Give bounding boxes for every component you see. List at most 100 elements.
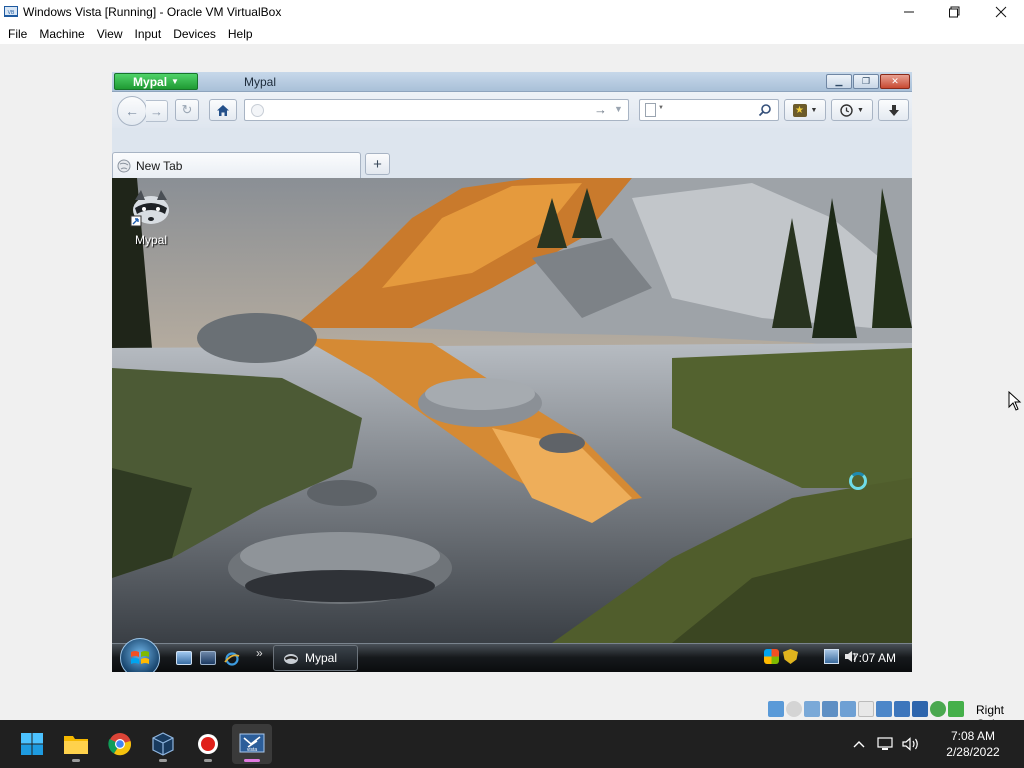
raccoon-icon bbox=[284, 654, 298, 664]
mouse-pointer-icon bbox=[1008, 391, 1022, 411]
hard-disk-icon[interactable] bbox=[768, 701, 784, 717]
dropdown-arrow-icon[interactable]: ▼ bbox=[614, 104, 623, 114]
optical-drive-icon[interactable] bbox=[786, 701, 802, 717]
vbox-menubar: File Machine View Input Devices Help bbox=[0, 23, 1024, 44]
display-icon[interactable] bbox=[876, 701, 892, 717]
mypal-minimize-button[interactable]: ▁ bbox=[826, 74, 852, 89]
desktop-icon-mypal[interactable]: Mypal bbox=[126, 188, 176, 247]
running-indicator bbox=[72, 759, 80, 762]
globe-icon bbox=[117, 159, 131, 172]
go-arrow-icon[interactable]: → bbox=[594, 102, 607, 117]
network-adapter-icon[interactable] bbox=[822, 701, 838, 717]
plus-icon: + bbox=[373, 155, 382, 173]
url-bar[interactable]: → ▼ bbox=[244, 99, 629, 121]
windows-vista-vm-icon: vista bbox=[239, 733, 265, 753]
bookmarks-button[interactable]: ★ ▼ bbox=[784, 99, 826, 121]
minimize-button[interactable] bbox=[886, 0, 932, 23]
mypal-titlebar[interactable]: Mypal ▼ Mypal ▁ ❐ ✕ bbox=[112, 72, 912, 92]
history-button[interactable]: ▼ bbox=[831, 99, 873, 121]
url-input[interactable] bbox=[269, 102, 579, 118]
maximize-button[interactable] bbox=[932, 0, 978, 23]
back-button[interactable]: ← bbox=[117, 96, 147, 126]
show-desktop-icon[interactable] bbox=[176, 651, 192, 665]
host-clock-time: 7:08 AM bbox=[950, 729, 996, 743]
quick-launch-overflow-icon[interactable]: » bbox=[256, 646, 263, 660]
vista-clock[interactable]: 7:07 AM bbox=[852, 651, 896, 665]
forward-button[interactable]: → bbox=[146, 100, 168, 122]
host-taskbar: vista 7:08 AM 2/28/2022 bbox=[0, 720, 1024, 768]
home-button[interactable] bbox=[209, 99, 237, 121]
download-arrow-icon bbox=[888, 104, 899, 116]
bookmark-star-icon: ★ bbox=[792, 103, 807, 117]
taskbar-screen-recorder[interactable] bbox=[188, 724, 228, 764]
taskbar-chrome[interactable] bbox=[100, 724, 140, 764]
menu-input[interactable]: Input bbox=[131, 27, 166, 41]
task-label: Mypal bbox=[305, 651, 338, 665]
start-button[interactable] bbox=[12, 724, 52, 764]
file-explorer-icon bbox=[64, 736, 88, 754]
volume-icon[interactable] bbox=[898, 731, 924, 757]
menu-help[interactable]: Help bbox=[224, 27, 257, 41]
mypal-close-button[interactable]: ✕ bbox=[880, 74, 910, 89]
reload-icon: ↻ bbox=[181, 102, 193, 117]
downloads-button[interactable] bbox=[878, 99, 909, 121]
audio-icon[interactable] bbox=[804, 701, 820, 717]
search-icon[interactable] bbox=[758, 103, 772, 117]
busy-cursor-icon bbox=[849, 472, 867, 490]
home-icon bbox=[217, 104, 229, 116]
virtualbox-icon bbox=[152, 732, 174, 756]
mouse-integration-icon[interactable] bbox=[948, 701, 964, 717]
mypal-restore-button[interactable]: ❐ bbox=[853, 74, 879, 89]
usb-icon[interactable] bbox=[840, 701, 856, 717]
recording-icon[interactable] bbox=[894, 701, 910, 717]
reload-button[interactable]: ↻ bbox=[175, 99, 199, 121]
guest-screen[interactable]: Mypal ▼ Mypal ▁ ❐ ✕ ← → ↻ → ▼ ▼ ★ ▼ ▼ Ne… bbox=[112, 72, 912, 672]
wallpaper-image bbox=[112, 178, 912, 643]
taskbar-file-explorer[interactable] bbox=[56, 724, 96, 764]
virtualbox-vm-icon: VB bbox=[3, 4, 19, 20]
windows-start-icon bbox=[21, 733, 43, 755]
tab-strip: New Tab + bbox=[112, 128, 912, 178]
windows-update-icon[interactable] bbox=[764, 649, 779, 664]
host-clock-date: 2/28/2022 bbox=[946, 745, 1000, 759]
taskbar-virtualbox[interactable] bbox=[143, 724, 183, 764]
tab-new-tab[interactable]: New Tab bbox=[112, 152, 361, 178]
security-shield-icon[interactable] bbox=[783, 649, 798, 664]
menu-file[interactable]: File bbox=[4, 27, 31, 41]
vbox-statusbar: Right Ctrl bbox=[0, 698, 1024, 731]
menu-machine[interactable]: Machine bbox=[35, 27, 88, 41]
site-identity-icon bbox=[251, 104, 264, 117]
chevron-up-icon[interactable] bbox=[846, 731, 872, 757]
vbox-titlebar[interactable]: VB Windows Vista [Running] - Oracle VM V… bbox=[0, 0, 1024, 23]
vista-desktop[interactable]: Mypal bbox=[112, 178, 912, 643]
close-button[interactable] bbox=[978, 0, 1024, 23]
menu-devices[interactable]: Devices bbox=[169, 27, 220, 41]
screen-recorder-icon bbox=[198, 734, 218, 754]
search-bar[interactable]: ▼ bbox=[639, 99, 779, 121]
search-input[interactable] bbox=[668, 102, 756, 118]
svg-text:vista: vista bbox=[247, 747, 258, 753]
menu-view[interactable]: View bbox=[93, 27, 127, 41]
chevron-down-icon: ▼ bbox=[171, 77, 179, 86]
network-icon[interactable] bbox=[824, 649, 839, 664]
running-indicator bbox=[159, 759, 167, 762]
internet-explorer-icon[interactable] bbox=[224, 651, 240, 666]
network-icon[interactable] bbox=[872, 731, 898, 757]
taskbar-windows-vista-vm[interactable]: vista bbox=[232, 724, 272, 764]
virtualization-icon[interactable] bbox=[912, 701, 928, 717]
new-tab-button[interactable]: + bbox=[365, 153, 390, 175]
switch-windows-icon[interactable] bbox=[200, 651, 216, 665]
active-indicator bbox=[244, 759, 260, 762]
arrow-left-icon: ← bbox=[125, 103, 139, 119]
running-indicator bbox=[204, 759, 212, 762]
desktop-icon-label: Mypal bbox=[134, 233, 167, 247]
chevron-down-icon: ▼ bbox=[658, 105, 664, 111]
vista-taskbar-button-mypal[interactable]: Mypal bbox=[273, 645, 358, 671]
vista-start-button[interactable] bbox=[120, 638, 160, 672]
shared-folders-icon[interactable] bbox=[858, 701, 874, 717]
guest-additions-icon[interactable] bbox=[930, 701, 946, 717]
host-clock[interactable]: 7:08 AM 2/28/2022 bbox=[930, 728, 1016, 760]
mypal-app-menu-button[interactable]: Mypal ▼ bbox=[114, 73, 198, 90]
vista-taskbar: » Mypal 7:07 AM bbox=[112, 638, 912, 672]
search-engine-icon[interactable] bbox=[645, 103, 656, 117]
